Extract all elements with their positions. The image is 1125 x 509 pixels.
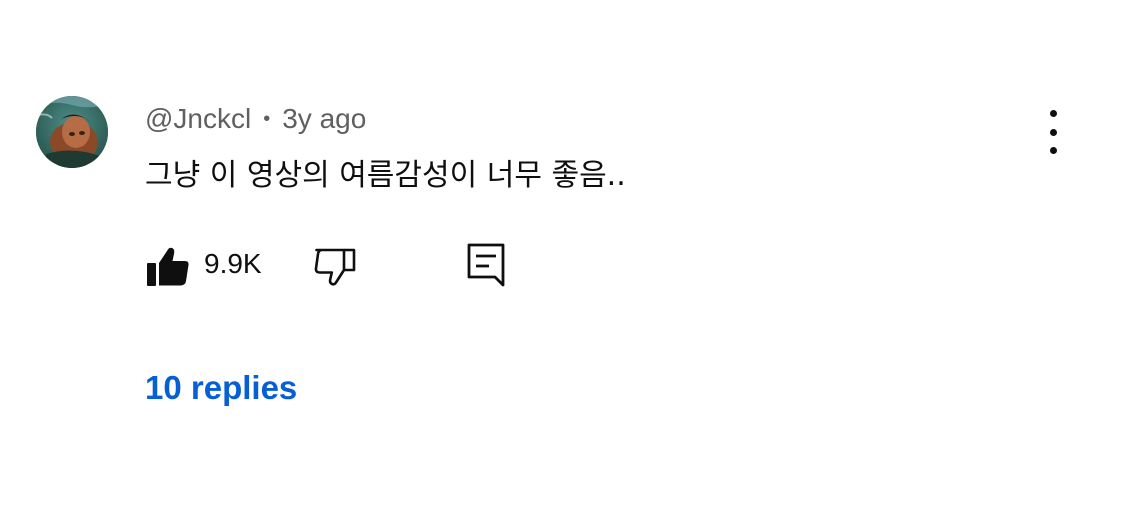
comment-timestamp[interactable]: 3y ago [282, 103, 366, 135]
thumbs-up-filled-icon [147, 247, 189, 286]
comment-reply-icon [467, 243, 505, 287]
separator-dot: • [263, 108, 271, 130]
thumbs-down-outline-icon [314, 248, 356, 286]
more-dot [1049, 147, 1057, 154]
avatar[interactable] [36, 96, 108, 168]
like-count: 9.9K [204, 248, 262, 279]
like-button[interactable] [145, 243, 191, 289]
dislike-button[interactable] [313, 244, 359, 290]
view-replies-link[interactable]: 10 replies [145, 369, 297, 407]
reply-button[interactable] [465, 241, 507, 289]
author-name[interactable]: @Jnckcl [145, 103, 251, 135]
more-dot [1049, 110, 1057, 117]
more-vertical-icon[interactable] [1036, 110, 1070, 154]
comment-text: 그냥 이 영상의 여름감성이 너무 좋음.. [145, 158, 626, 193]
comment-thread: @Jnckcl • 3y ago 그냥 이 영상의 여름감성이 너무 좋음.. … [0, 0, 1125, 509]
comment-meta: @Jnckcl • 3y ago [145, 101, 366, 137]
more-dot [1049, 128, 1057, 136]
comment-actions: 9.9K [145, 240, 545, 290]
